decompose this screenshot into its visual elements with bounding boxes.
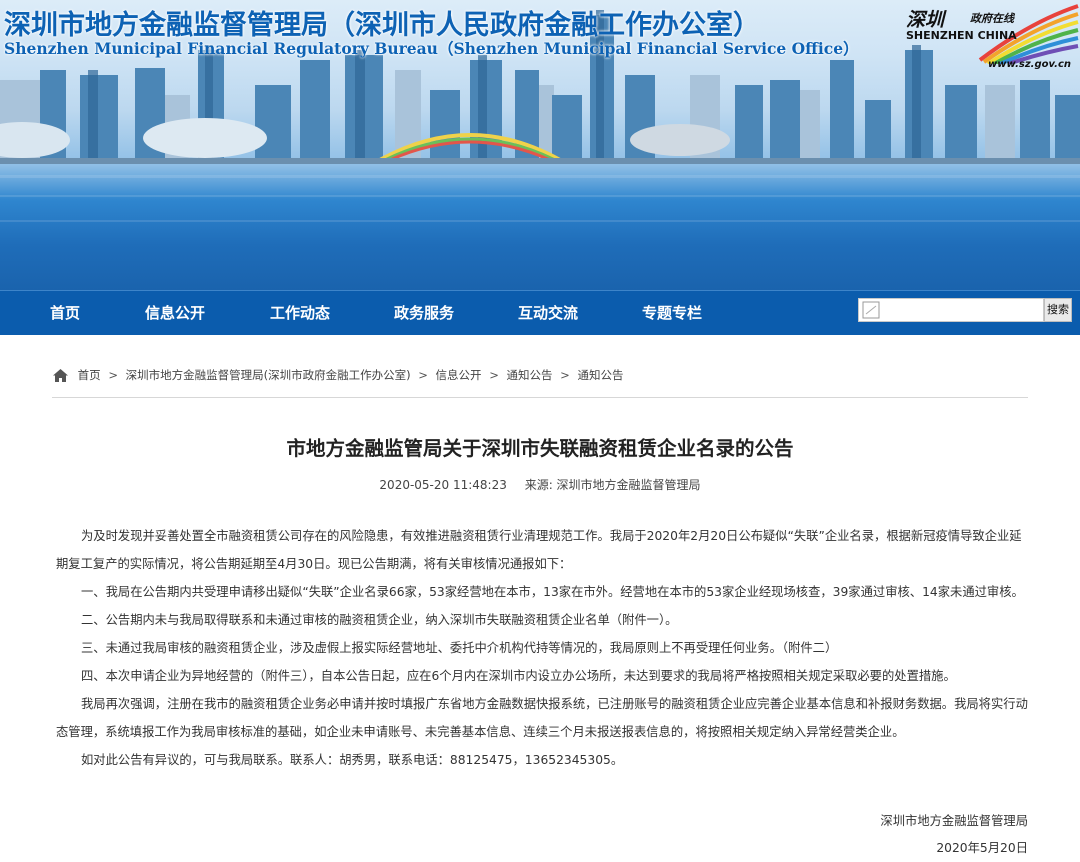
nav-item-work-news[interactable]: 工作动态 (270, 291, 330, 335)
nav-item-special-topics[interactable]: 专题专栏 (642, 291, 702, 335)
breadcrumb-notices-current[interactable]: 通知公告 (577, 368, 623, 382)
breadcrumb-notices[interactable]: 通知公告 (507, 368, 553, 382)
article-paragraph: 四、本次申请企业为异地经营的（附件三），自本公告日起，应在6个月内在深圳市内设立… (81, 669, 956, 683)
article-date: 2020年5月20日 (936, 841, 1028, 855)
breadcrumb-bureau[interactable]: 深圳市地方金融监督管理局(深圳市政府金融工作办公室) (126, 368, 411, 382)
nav-item-interaction[interactable]: 互动交流 (518, 291, 578, 335)
article-title: 市地方金融监管局关于深圳市失联融资租赁企业名录的公告 (286, 437, 794, 460)
search-button[interactable]: 搜索 (1044, 298, 1072, 322)
shenzhen-gov-logo[interactable]: 深圳 政府在线 SHENZHEN CHINA www.sz.gov.cn (898, 2, 1079, 74)
main-nav: 首页 信息公开 工作动态 政务服务 互动交流 专题专栏 搜索 (0, 290, 1080, 335)
article-paragraph: 为及时发现并妥善处置全市融资租赁公司存在的风险隐患，有效推进融资租赁行业清理规范… (56, 529, 1022, 571)
nav-item-home[interactable]: 首页 (50, 291, 80, 335)
article-signature-block: 深圳市地方金融监督管理局 2020年5月20日 (880, 808, 1028, 862)
search-input[interactable] (858, 298, 1044, 322)
breadcrumb-separator: > (489, 368, 499, 382)
breadcrumb-divider (52, 397, 1028, 398)
logo-gov-text: 政府在线 (970, 12, 1014, 25)
home-icon (53, 368, 68, 382)
article-paragraph: 二、公告期内未与我局取得联系和未通过审核的融资租赁企业，纳入深圳市失联融资租赁企… (81, 613, 678, 627)
article-signature: 深圳市地方金融监督管理局 (880, 814, 1028, 828)
nav-item-info-disclosure[interactable]: 信息公开 (145, 291, 205, 335)
breadcrumb-separator: > (108, 368, 118, 382)
nav-item-gov-services[interactable]: 政务服务 (394, 291, 454, 335)
article-paragraph: 如对此公告有异议的，可与我局联系。联系人：胡秀男，联系电话：88125475，1… (81, 753, 624, 767)
article-body: 为及时发现并妥善处置全市融资租赁公司存在的风险隐患，有效推进融资租赁行业清理规范… (56, 522, 1032, 774)
header-banner: 深圳市地方金融监督管理局（深圳市人民政府金融工作办公室） Shenzhen Mu… (0, 0, 1080, 290)
logo-cn-text: 深圳 (906, 9, 945, 31)
article-paragraph: 三、未通过我局审核的融资租赁企业，涉及虚假上报实际经营地址、委托中介机构代持等情… (81, 641, 838, 655)
logo-en-text: SHENZHEN CHINA (906, 29, 1017, 42)
breadcrumb-separator: > (560, 368, 570, 382)
breadcrumb: 首页 > 深圳市地方金融监督管理局(深圳市政府金融工作办公室) > 信息公开 >… (53, 367, 623, 385)
article-paragraph: 一、我局在公告期内共受理申请移出疑似“失联”企业名录66家，53家经营地在本市，… (81, 585, 1024, 599)
search-icon (862, 301, 880, 319)
logo-url-text: www.sz.gov.cn (988, 59, 1072, 70)
breadcrumb-info-disclosure[interactable]: 信息公开 (436, 368, 482, 382)
breadcrumb-separator: > (418, 368, 428, 382)
article-meta: 2020-05-20 11:48:23 来源: 深圳市地方金融监督管理局 (0, 476, 1080, 493)
article-paragraph: 我局再次强调，注册在我市的融资租赁企业务必申请并按时填报广东省地方金融数据快报系… (56, 697, 1028, 739)
article-source: 来源: 深圳市地方金融监督管理局 (524, 478, 701, 492)
article-datetime: 2020-05-20 11:48:23 (379, 478, 507, 492)
site-subtitle: Shenzhen Municipal Financial Regulatory … (4, 39, 859, 58)
breadcrumb-home[interactable]: 首页 (78, 368, 101, 382)
